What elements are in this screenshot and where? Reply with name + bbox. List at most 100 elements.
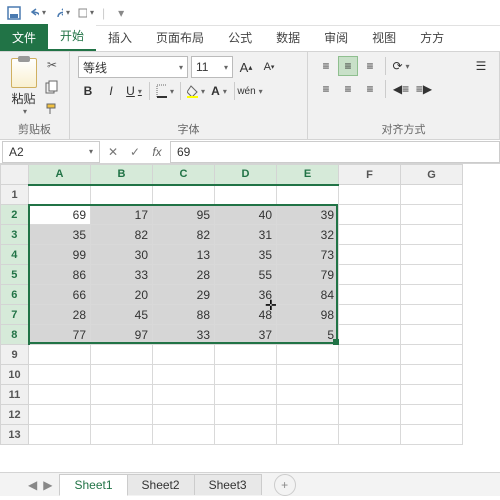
tab-file[interactable]: 文件	[0, 24, 48, 51]
cell[interactable]	[339, 305, 401, 325]
cell[interactable]	[339, 425, 401, 445]
row-header[interactable]: 6	[1, 285, 29, 305]
font-size-select[interactable]: 11▾	[191, 56, 233, 78]
row-header[interactable]: 7	[1, 305, 29, 325]
cell[interactable]	[401, 205, 463, 225]
cell[interactable]	[91, 345, 153, 365]
cell[interactable]: 95	[153, 205, 215, 225]
tab-page-layout[interactable]: 页面布局	[144, 24, 216, 51]
tab-view[interactable]: 视图	[360, 24, 408, 51]
font-name-select[interactable]: 等线▾	[78, 56, 188, 78]
format-painter-icon[interactable]	[43, 100, 61, 118]
cell[interactable]	[339, 285, 401, 305]
select-all-corner[interactable]	[1, 165, 29, 185]
cell[interactable]: 55	[215, 265, 277, 285]
cell[interactable]	[339, 205, 401, 225]
cell[interactable]	[401, 365, 463, 385]
worksheet-grid[interactable]: ABCDEFG126917954039335828231324993013357…	[0, 164, 500, 445]
bold-button[interactable]: B	[78, 81, 98, 101]
align-right-icon[interactable]: ≡	[360, 79, 380, 99]
row-header[interactable]: 1	[1, 185, 29, 205]
tab-formulas[interactable]: 公式	[216, 24, 264, 51]
cell[interactable]: 33	[91, 265, 153, 285]
increase-font-icon[interactable]: A▴	[236, 57, 256, 77]
undo-icon[interactable]: ▾	[30, 5, 46, 21]
cell[interactable]: 77	[29, 325, 91, 345]
decrease-font-icon[interactable]: A▾	[259, 57, 279, 77]
cell[interactable]	[339, 325, 401, 345]
cell[interactable]	[153, 425, 215, 445]
column-header[interactable]: E	[277, 165, 339, 185]
cell[interactable]: 82	[91, 225, 153, 245]
cell[interactable]: 86	[29, 265, 91, 285]
row-header[interactable]: 2	[1, 205, 29, 225]
cell[interactable]	[29, 425, 91, 445]
cell[interactable]	[91, 365, 153, 385]
cell[interactable]	[339, 365, 401, 385]
row-header[interactable]: 10	[1, 365, 29, 385]
cell[interactable]	[401, 305, 463, 325]
copy-icon[interactable]	[43, 78, 61, 96]
align-bottom-icon[interactable]: ≡	[360, 56, 380, 76]
name-box[interactable]: A2▾	[2, 141, 100, 163]
tab-insert[interactable]: 插入	[96, 24, 144, 51]
cell[interactable]: 79	[277, 265, 339, 285]
cell[interactable]	[401, 405, 463, 425]
underline-button[interactable]: U▾	[124, 81, 144, 101]
align-left-icon[interactable]: ≡	[316, 79, 336, 99]
cell[interactable]: 97	[91, 325, 153, 345]
cell[interactable]: 88	[153, 305, 215, 325]
cell[interactable]	[153, 405, 215, 425]
qat-more-icon[interactable]: ▾	[113, 5, 129, 21]
cell[interactable]: 69	[29, 205, 91, 225]
qat-customize-icon[interactable]: ▾	[78, 5, 94, 21]
cell[interactable]	[153, 385, 215, 405]
column-header[interactable]: B	[91, 165, 153, 185]
cell[interactable]	[339, 185, 401, 205]
redo-icon[interactable]: ▾	[54, 5, 70, 21]
cell[interactable]	[91, 385, 153, 405]
save-icon[interactable]	[6, 5, 22, 21]
cell[interactable]	[153, 345, 215, 365]
sheet-tab-2[interactable]: Sheet2	[127, 474, 195, 495]
cancel-formula-icon[interactable]: ✕	[102, 145, 124, 159]
decrease-indent-icon[interactable]: ◀≡	[391, 79, 411, 99]
enter-formula-icon[interactable]: ✓	[124, 145, 146, 159]
cell[interactable]	[401, 285, 463, 305]
column-header[interactable]: F	[339, 165, 401, 185]
sheet-tab-1[interactable]: Sheet1	[59, 474, 127, 496]
fill-color-button[interactable]: ▾	[186, 81, 206, 101]
phonetic-button[interactable]: wén▾	[240, 81, 260, 101]
sheet-nav-prev-icon[interactable]: ◀	[28, 478, 37, 492]
cell[interactable]: 5	[277, 325, 339, 345]
cell[interactable]: 17	[91, 205, 153, 225]
cell[interactable]: 39	[277, 205, 339, 225]
cell[interactable]	[277, 185, 339, 205]
cell[interactable]	[277, 385, 339, 405]
cell[interactable]: 32	[277, 225, 339, 245]
cell[interactable]: 29	[153, 285, 215, 305]
cell[interactable]: 98	[277, 305, 339, 325]
italic-button[interactable]: I	[101, 81, 121, 101]
tab-addin[interactable]: 方方	[408, 24, 456, 51]
cell[interactable]: 35	[215, 245, 277, 265]
cell[interactable]	[215, 185, 277, 205]
cell[interactable]: 20	[91, 285, 153, 305]
add-sheet-icon[interactable]: +	[274, 474, 296, 496]
cell[interactable]	[401, 185, 463, 205]
cell[interactable]	[215, 405, 277, 425]
cell[interactable]	[29, 405, 91, 425]
cell[interactable]	[339, 225, 401, 245]
increase-indent-icon[interactable]: ≡▶	[414, 79, 434, 99]
cell[interactable]: 82	[153, 225, 215, 245]
cell[interactable]: 48	[215, 305, 277, 325]
cell[interactable]: 45	[91, 305, 153, 325]
cell[interactable]	[29, 385, 91, 405]
cell[interactable]	[29, 345, 91, 365]
cut-icon[interactable]: ✂	[43, 56, 61, 74]
sheet-nav-next-icon[interactable]: ▶	[43, 478, 52, 492]
cell[interactable]: 30	[91, 245, 153, 265]
cell[interactable]	[277, 405, 339, 425]
cell[interactable]	[401, 325, 463, 345]
cell[interactable]: 40	[215, 205, 277, 225]
